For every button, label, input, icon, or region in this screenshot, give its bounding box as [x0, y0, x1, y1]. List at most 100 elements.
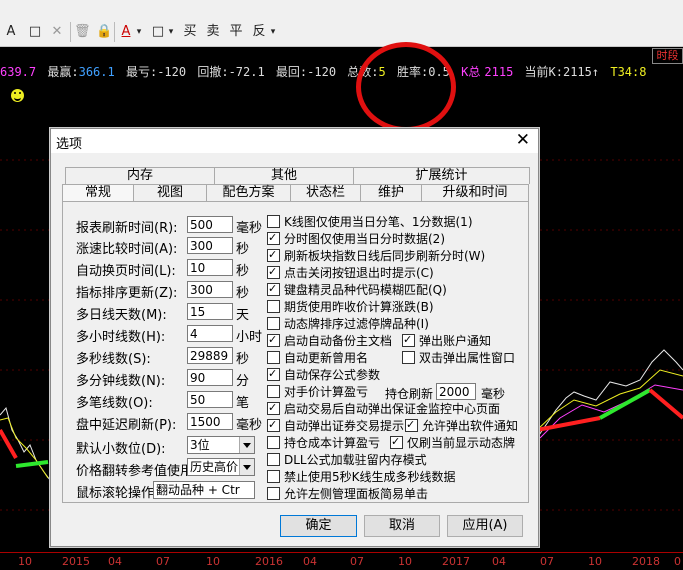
check-futures-prev-close[interactable]: 期货使用昨收价计算涨跌(B) — [267, 300, 434, 315]
close-position-button[interactable]: 平 — [228, 22, 244, 42]
multi-minute-input[interactable]: 90 — [187, 369, 233, 386]
check-no-5sec[interactable]: 禁止使用5秒K线生成多秒线数据 — [267, 470, 456, 485]
tab-other[interactable]: 其他 — [214, 167, 354, 184]
report-refresh-input[interactable]: 500 — [187, 216, 233, 233]
time-period-button[interactable]: 时段 — [652, 48, 683, 64]
multi-tick-input[interactable]: 50 — [187, 391, 233, 408]
check-label: 键盘精灵品种代码模糊匹配(Q) — [284, 283, 447, 297]
check-left-panel-click[interactable]: 允许左侧管理面板简易单击 — [267, 487, 428, 502]
check-cost-pnl[interactable]: 持仓成本计算盈亏 — [267, 436, 380, 451]
save-icon[interactable]: □ — [151, 22, 165, 42]
field-unit: 秒 — [236, 286, 250, 301]
axis-tick: 2016 — [255, 555, 283, 568]
decimal-select[interactable]: 3位 — [187, 436, 255, 454]
chevron-down-icon[interactable]: ▾ — [134, 22, 144, 42]
delay-refresh-input[interactable]: 1500 — [187, 413, 233, 430]
close-icon[interactable]: ✕ — [516, 130, 530, 150]
check-auto-rename[interactable]: 自动更新曾用名 — [267, 351, 368, 366]
reverse-button[interactable]: 反 — [251, 22, 267, 42]
field-unit: 笔 — [236, 396, 250, 411]
field-unit: 小时 — [236, 330, 263, 345]
check-allow-popup[interactable]: 允许弹出软件通知 — [405, 417, 518, 434]
copy-icon[interactable]: □ — [28, 22, 42, 42]
field-label: 多分钟线数(N): — [76, 374, 166, 389]
chevron-down-icon[interactable]: ▾ — [268, 22, 278, 42]
sell-button[interactable]: 卖 — [205, 22, 221, 42]
tab-view[interactable]: 视图 — [133, 184, 207, 201]
tab-status-bar[interactable]: 状态栏 — [290, 184, 361, 201]
stat-label: 最回: — [275, 65, 308, 79]
checkbox — [267, 470, 280, 483]
check-trade-prompt[interactable]: 自动弹出证券交易提示 — [267, 417, 404, 434]
buy-button[interactable]: 买 — [182, 22, 198, 42]
check-exit-prompt[interactable]: 点击关闭按钮退出时提示(C) — [267, 264, 434, 281]
axis-tick: 10 — [398, 555, 412, 568]
trash-icon[interactable]: 🗑 — [74, 22, 91, 42]
tab-maintenance[interactable]: 维护 — [360, 184, 422, 201]
indicator-sort-input[interactable]: 300 — [187, 281, 233, 298]
font-a-button[interactable]: A — [4, 22, 18, 42]
delete-x-icon[interactable]: ✕ — [50, 22, 64, 42]
check-fuzzy-match[interactable]: 键盘精灵品种代码模糊匹配(Q) — [267, 281, 447, 298]
check-account-notice[interactable]: 弹出账户通知 — [402, 332, 492, 349]
check-label: 启动交易后自动弹出保证金监控中心页面 — [284, 402, 501, 416]
chevron-down-icon — [239, 437, 254, 453]
check-save-formula[interactable]: 自动保存公式参数 — [267, 366, 381, 383]
check-counterparty-pnl[interactable]: 对手价计算盈亏 — [267, 385, 368, 400]
wheel-select[interactable]: 翻动品种 + Ctr — [153, 481, 255, 499]
check-filter-suspended[interactable]: 动态牌排序过滤停牌品种(I) — [267, 317, 429, 332]
check-label: 对手价计算盈亏 — [284, 385, 369, 399]
field-unit: 分 — [236, 374, 250, 389]
hold-refresh-input[interactable]: 2000 — [436, 383, 476, 400]
field-label: 报表刷新时间(R): — [76, 221, 178, 236]
tab-upgrade-time[interactable]: 升级和时间 — [421, 184, 529, 201]
field-label: 指标排序更新(Z): — [76, 286, 178, 301]
chevron-down-icon[interactable]: ▾ — [166, 22, 176, 42]
check-refresh-visible[interactable]: 仅刷当前显示动态牌 — [390, 434, 515, 451]
ok-button[interactable]: 确定 — [280, 515, 357, 537]
price-ref-select[interactable]: 历史高价 — [187, 458, 255, 476]
check-dblclick-props[interactable]: 双击弹出属性窗口 — [402, 351, 515, 366]
check-dll-resident[interactable]: DLL公式加载驻留内存模式 — [267, 453, 427, 468]
check-tick-today[interactable]: 分时图仅使用当日分时数据(2) — [267, 230, 445, 247]
stat-value: -72.1 — [228, 65, 265, 79]
price-ref-select-value: 历史高价 — [190, 460, 239, 474]
check-label: 弹出账户通知 — [419, 334, 492, 348]
tab-color-scheme[interactable]: 配色方案 — [206, 184, 291, 201]
check-kline-today[interactable]: K线图仅使用当日分笔、1分数据(1) — [267, 215, 473, 230]
lock-icon[interactable]: 🔒 — [96, 22, 112, 42]
check-label: 期货使用昨收价计算涨跌(B) — [284, 300, 434, 314]
toolbar-separator — [114, 22, 115, 42]
tab-memory[interactable]: 内存 — [65, 167, 215, 184]
check-auto-backup[interactable]: 启动自动备份主文档 — [267, 332, 392, 349]
stat-value: 2115↑ — [562, 65, 600, 79]
decimal-select-value: 3位 — [190, 438, 210, 452]
field-label: 多小时线数(H): — [76, 330, 166, 345]
speed-compare-input[interactable]: 300 — [187, 237, 233, 254]
check-sync-refresh[interactable]: 刷新板块指数日线后同步刷新分时(W) — [267, 247, 485, 264]
checkbox — [402, 332, 415, 347]
checkbox — [402, 351, 415, 364]
stat-label: K总 — [461, 65, 481, 79]
cancel-button[interactable]: 取消 — [364, 515, 440, 537]
auto-page-input[interactable]: 10 — [187, 259, 233, 276]
check-margin-monitor[interactable]: 启动交易后自动弹出保证金监控中心页面 — [267, 400, 501, 417]
field-unit: 毫秒 — [236, 418, 263, 433]
field-label: 自动换页时间(L): — [76, 264, 176, 279]
apply-button[interactable]: 应用(A) — [447, 515, 523, 537]
multi-day-input[interactable]: 15 — [187, 303, 233, 320]
hold-refresh-label: 持仓刷新 — [385, 387, 434, 401]
check-label: 自动保存公式参数 — [284, 368, 381, 382]
hold-refresh-unit: 毫秒 — [481, 387, 506, 401]
axis-tick: 10 — [18, 555, 32, 568]
field-label: 盘中延迟刷新(P): — [76, 418, 177, 433]
text-color-icon[interactable]: A — [119, 22, 133, 42]
check-label: 自动更新曾用名 — [284, 351, 369, 365]
checkbox — [390, 434, 403, 449]
stat-value: -120 — [307, 65, 337, 79]
tab-extended-stats[interactable]: 扩展统计 — [353, 167, 530, 184]
wheel-select-value: 翻动品种 + Ctr — [156, 483, 240, 497]
multi-second-input[interactable]: 29889 — [187, 347, 233, 364]
multi-hour-input[interactable]: 4 — [187, 325, 233, 342]
tab-general[interactable]: 常规 — [62, 184, 134, 202]
